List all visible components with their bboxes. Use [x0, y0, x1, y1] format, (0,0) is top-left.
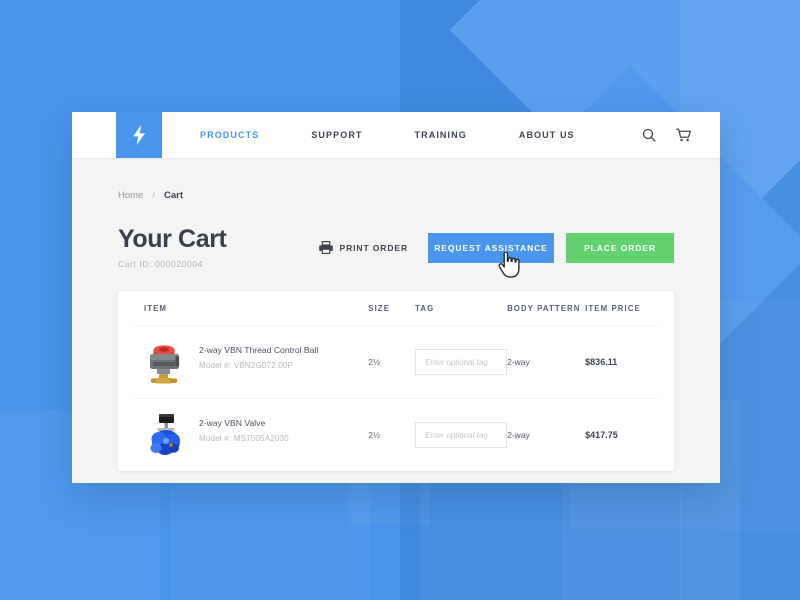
cell-body-pattern: 2-way [507, 325, 586, 399]
column-header-item: ITEM [134, 291, 369, 326]
nav-link-products[interactable]: PRODUCTS [200, 130, 259, 140]
tag-input[interactable] [415, 422, 508, 448]
browser-window-card: PRODUCTS SUPPORT TRAINING ABOUT US Home … [72, 112, 720, 483]
breadcrumb-current: Cart [163, 190, 183, 201]
cell-tag [415, 399, 508, 472]
cart-id-label: Cart ID: 000020004 [118, 259, 203, 269]
cell-size: 2½ [368, 430, 381, 440]
print-order-label: PRINT ORDER [339, 243, 408, 253]
column-header-size: SIZE [368, 291, 416, 326]
nav-actions [642, 112, 720, 158]
nav-link-about-us[interactable]: ABOUT US [519, 130, 575, 140]
product-name: 2-way VBN Valve [199, 418, 266, 428]
product-thumbnail-blue-valve [144, 411, 188, 459]
printer-icon [318, 240, 333, 256]
bg-shape [170, 480, 370, 600]
table-row: 2-way VBN Thread Control Ball Model #: V… [134, 325, 658, 399]
cell-item: 2-way VBN Thread Control Ball Model #: V… [134, 325, 369, 399]
page-title: Your Cart [118, 225, 227, 253]
cart-table: ITEM SIZE TAG BODY PATTERN ITEM PRICE 2-… [134, 291, 658, 471]
nav-left-spacer [72, 112, 116, 158]
search-icon[interactable] [642, 128, 656, 142]
request-assistance-button[interactable]: REQUEST ASSISTANCE [428, 233, 554, 263]
product-name: 2-way VBN Thread Control Ball [199, 345, 319, 355]
cart-table-body: 2-way VBN Thread Control Ball Model #: V… [134, 325, 658, 472]
column-header-body-pattern: BODY PATTERN [507, 291, 586, 326]
cart-table-card: ITEM SIZE TAG BODY PATTERN ITEM PRICE 2-… [118, 291, 674, 471]
tag-input[interactable] [415, 349, 508, 375]
lightning-bolt-icon [132, 125, 146, 145]
top-navigation-bar: PRODUCTS SUPPORT TRAINING ABOUT US [72, 112, 720, 159]
cell-size: 2½ [368, 325, 416, 399]
header-actions: PRINT ORDER REQUEST ASSISTANCE PLACE ORD… [318, 227, 674, 263]
site-logo[interactable] [116, 112, 162, 158]
shopping-cart-icon[interactable] [676, 128, 692, 142]
cart-table-head: ITEM SIZE TAG BODY PATTERN ITEM PRICE [134, 291, 658, 326]
product-model: Model #: VBN2G072.00P [199, 361, 294, 371]
cell-item-price: $417.75 [585, 430, 618, 440]
table-row: 2-way VBN Valve Model #: MS7505A2030 2½ … [134, 399, 658, 472]
place-order-button[interactable]: PLACE ORDER [566, 233, 674, 263]
column-header-item-price: ITEM PRICE [585, 291, 658, 326]
breadcrumb: Home / Cart [118, 159, 674, 201]
page-body: Home / Cart Your Cart Cart ID: 000020004 [72, 159, 720, 471]
table-header-row: ITEM SIZE TAG BODY PATTERN ITEM PRICE [134, 291, 658, 326]
cell-item: 2-way VBN Valve Model #: MS7505A2030 [134, 399, 368, 472]
cell-tag [415, 325, 508, 399]
page-header-row: Your Cart Cart ID: 000020004 PRINT ORDER… [118, 227, 674, 269]
column-header-tag: TAG [415, 291, 508, 326]
product-thumbnail-valve-actuator [144, 338, 188, 386]
print-order-button[interactable]: PRINT ORDER [318, 240, 416, 256]
product-model: Model #: MS7505A2030 [199, 434, 289, 444]
cell-item-price: $836.11 [585, 325, 658, 399]
nav-link-training[interactable]: TRAINING [415, 130, 467, 140]
page-title-block: Your Cart Cart ID: 000020004 [118, 225, 227, 270]
breadcrumb-separator: / [152, 190, 155, 201]
cell-body-pattern: 2-way [507, 430, 530, 440]
nav-links: PRODUCTS SUPPORT TRAINING ABOUT US [200, 112, 575, 158]
breadcrumb-home[interactable]: Home [118, 190, 143, 201]
nav-link-support[interactable]: SUPPORT [311, 130, 362, 140]
